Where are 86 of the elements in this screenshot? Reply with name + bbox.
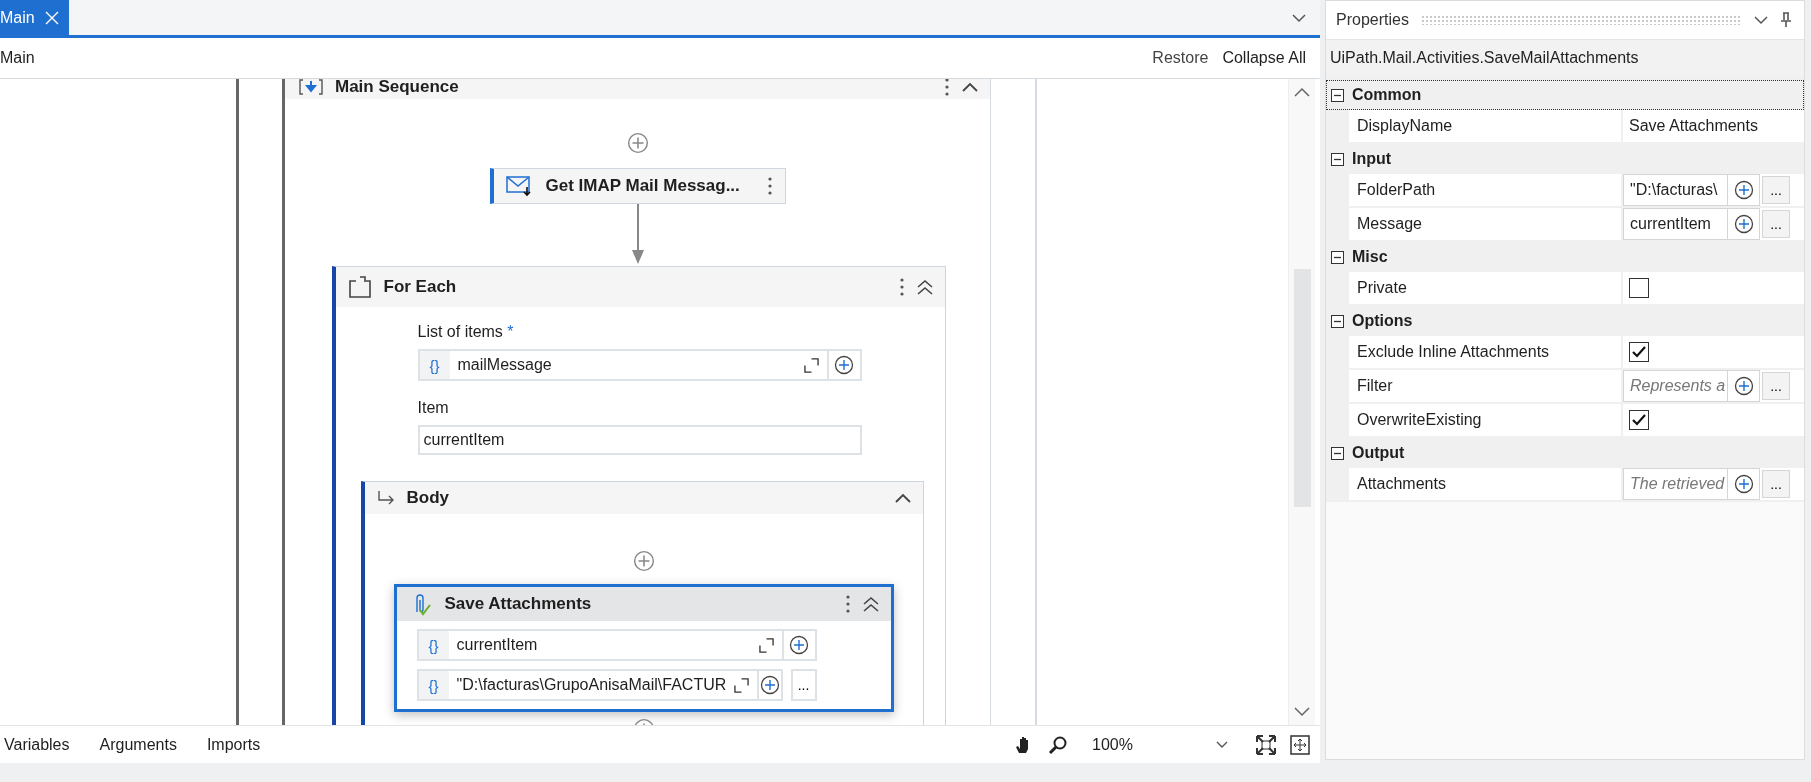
- checkbox[interactable]: [1629, 278, 1649, 298]
- container-title: Body: [406, 488, 450, 508]
- dropdown-icon[interactable]: [1754, 15, 1768, 25]
- fit-to-screen-icon[interactable]: [1256, 734, 1276, 755]
- activity-type-name: UiPath.Mail.Activities.SaveMailAttachments: [1330, 49, 1639, 67]
- property-name: FolderPath: [1357, 181, 1436, 199]
- property-name: Exclude Inline Attachments: [1357, 343, 1550, 361]
- add-icon[interactable]: [1733, 180, 1754, 200]
- activity-card[interactable]: Get IMAP Mail Messag...: [489, 168, 786, 204]
- overview-icon[interactable]: [1290, 734, 1310, 755]
- text-field[interactable]: currentItem: [417, 425, 862, 455]
- property-category[interactable]: Options: [1326, 306, 1804, 336]
- browse-button[interactable]: ...: [1762, 372, 1790, 400]
- dropdown-icon[interactable]: [1216, 740, 1228, 749]
- property-category[interactable]: Output: [1326, 438, 1804, 468]
- more-options-icon[interactable]: [844, 594, 851, 614]
- pin-icon[interactable]: [1780, 12, 1792, 28]
- scrollbar[interactable]: [1288, 79, 1315, 725]
- add-icon[interactable]: [834, 355, 854, 375]
- browse-button[interactable]: ...: [1762, 210, 1790, 238]
- container-title: For Each: [383, 277, 458, 297]
- expression-field[interactable]: {} mailMessage: [417, 349, 829, 381]
- property-name: OverwriteExisting: [1357, 411, 1482, 429]
- property-name: Message: [1357, 215, 1422, 233]
- property-name: DisplayName: [1357, 117, 1453, 135]
- close-icon[interactable]: [44, 10, 59, 25]
- property-field[interactable]: "D:\facturas\: [1623, 174, 1728, 206]
- designer-link[interactable]: Restore: [1152, 49, 1209, 67]
- dropdown-icon[interactable]: [1292, 12, 1306, 23]
- expand-icon[interactable]: [803, 357, 819, 373]
- checkbox[interactable]: [1629, 342, 1649, 362]
- property-field[interactable]: The retrieved: [1623, 468, 1728, 500]
- panel-tab[interactable]: Arguments: [95, 735, 177, 754]
- sequence-container[interactable]: Main Sequence Get IMAP Mail Messag... For Each List of items * {} mailMessage Item currentItem Body Save Attachments {} currentItem {} "D:\facturas\GrupoAnisaMail\FACTUR ...: [282, 79, 991, 725]
- property-name: Filter: [1357, 377, 1393, 395]
- browse-button[interactable]: ...: [790, 669, 817, 701]
- sequence-title: Main Sequence: [335, 79, 460, 97]
- connector-arrow: [631, 204, 644, 266]
- document-tab[interactable]: Main: [0, 0, 69, 35]
- more-options-icon[interactable]: [944, 79, 950, 97]
- field-label: List of items *: [417, 323, 515, 341]
- zoom-icon[interactable]: [1048, 734, 1068, 755]
- scroll-down-icon[interactable]: [1294, 707, 1310, 717]
- collapse-icon[interactable]: [916, 279, 933, 295]
- activity-card[interactable]: Save Attachments {} currentItem {} "D:\facturas\GrupoAnisaMail\FACTUR ...: [393, 584, 894, 712]
- collapse-icon[interactable]: [1331, 88, 1344, 102]
- scroll-up-icon[interactable]: [1294, 87, 1310, 97]
- more-options-icon[interactable]: [898, 277, 905, 297]
- breadcrumb[interactable]: Main: [0, 49, 35, 67]
- add-icon[interactable]: [789, 635, 809, 655]
- zoom-level[interactable]: 100%: [1092, 735, 1142, 754]
- collapse-icon[interactable]: [894, 493, 911, 503]
- checkbox[interactable]: [1629, 410, 1649, 430]
- collapse-icon[interactable]: [962, 82, 978, 92]
- panel-title: Properties: [1336, 11, 1409, 29]
- panel-tab[interactable]: Imports: [202, 735, 261, 754]
- more-options-icon[interactable]: [766, 176, 773, 196]
- property-category[interactable]: Misc: [1326, 242, 1804, 272]
- property-name: Attachments: [1357, 475, 1446, 493]
- collapse-icon[interactable]: [1331, 152, 1344, 166]
- expression-field[interactable]: {} "D:\facturas\GrupoAnisaMail\FACTUR: [416, 669, 760, 701]
- sequence-icon: [299, 79, 323, 96]
- expand-icon[interactable]: [734, 677, 750, 693]
- mail-icon: [505, 175, 532, 197]
- activity-title: Save Attachments: [444, 594, 593, 614]
- add-icon[interactable]: [1733, 474, 1754, 494]
- collapse-icon[interactable]: [1331, 314, 1344, 328]
- property-field[interactable]: currentItem: [1623, 208, 1728, 240]
- field-label: Item: [417, 399, 450, 417]
- add-icon[interactable]: [759, 675, 780, 695]
- browse-button[interactable]: ...: [1762, 470, 1790, 498]
- return-arrow-icon: [376, 490, 395, 506]
- collapse-icon[interactable]: [1331, 250, 1344, 264]
- expression-field[interactable]: {} currentItem: [416, 629, 784, 661]
- expand-icon[interactable]: [758, 637, 774, 653]
- designer-link[interactable]: Collapse All: [1222, 49, 1306, 67]
- property-field[interactable]: Represents a: [1623, 370, 1728, 402]
- panel-tab[interactable]: Variables: [0, 735, 70, 754]
- add-icon[interactable]: [1733, 376, 1754, 396]
- property-category[interactable]: Input: [1326, 144, 1804, 174]
- add-icon[interactable]: [1733, 214, 1754, 234]
- loop-icon: [347, 276, 372, 298]
- browse-button[interactable]: ...: [1762, 176, 1790, 204]
- collapse-icon[interactable]: [862, 596, 879, 612]
- collapse-icon[interactable]: [1331, 446, 1344, 460]
- property-name: Private: [1357, 279, 1407, 297]
